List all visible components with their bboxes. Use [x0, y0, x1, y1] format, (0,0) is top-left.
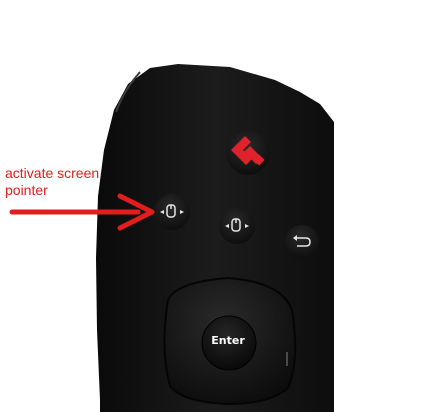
enter-button-label: Enter: [211, 334, 245, 347]
pointer-button[interactable]: [154, 194, 190, 230]
annotation-arrow-icon: [9, 193, 155, 231]
annotation-label: activate screen pointer: [5, 165, 99, 199]
annotation-line-1: activate screen: [5, 165, 100, 181]
annotation-line-2: pointer: [5, 182, 48, 198]
back-button[interactable]: [285, 225, 319, 259]
home-button[interactable]: [226, 131, 270, 175]
remote-illustration: [9, 64, 334, 412]
pointer-alt-button[interactable]: [219, 208, 255, 244]
